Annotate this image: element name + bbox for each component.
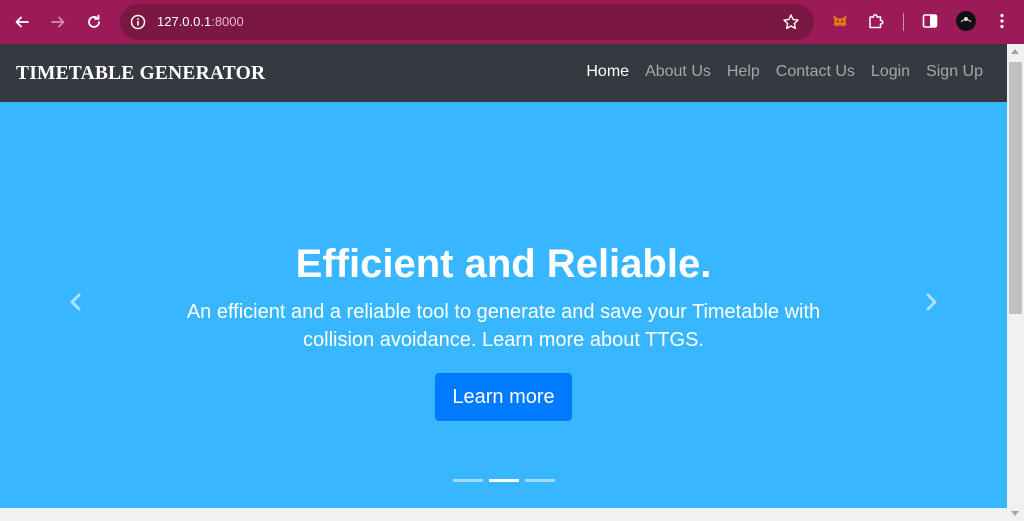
nav-link-help[interactable]: Help xyxy=(727,63,760,81)
forward-arrow-icon xyxy=(51,16,65,28)
scrollbar-thumb[interactable] xyxy=(1009,62,1022,314)
nav-link-login[interactable]: Login xyxy=(871,63,910,81)
side-panel-button[interactable] xyxy=(920,11,940,31)
metamask-fox-icon xyxy=(833,15,847,27)
forward-button[interactable] xyxy=(46,10,70,34)
address-bar[interactable]: 127.0.0.1:8000 xyxy=(120,4,814,40)
hero-carousel: Efficient and Reliable. An efficient and… xyxy=(0,102,1007,508)
scroll-down-arrow-icon[interactable] xyxy=(1011,511,1019,516)
site-navbar: TIMETABLE GENERATOR Home About Us Help C… xyxy=(0,44,1007,102)
carousel-indicator-2[interactable] xyxy=(489,479,519,482)
chevron-right-icon xyxy=(926,293,937,311)
back-arrow-icon xyxy=(15,16,29,28)
browser-toolbar: 127.0.0.1:8000 xyxy=(0,0,1024,44)
reload-icon xyxy=(88,14,100,28)
brand-logo-text[interactable]: TIMETABLE GENERATOR xyxy=(16,63,265,85)
carousel-heading: Efficient and Reliable. xyxy=(295,242,712,286)
back-button[interactable] xyxy=(10,10,34,34)
extensions-button[interactable] xyxy=(866,11,886,31)
side-panel-icon xyxy=(922,14,938,28)
scroll-up-arrow-icon[interactable] xyxy=(1011,49,1019,54)
browser-menu-button[interactable] xyxy=(992,11,1012,31)
carousel-indicators xyxy=(453,479,555,482)
url-text: 127.0.0.1:8000 xyxy=(157,14,244,29)
carousel-indicator-3[interactable] xyxy=(525,479,555,482)
carousel-prev-button[interactable] xyxy=(64,290,88,314)
nav-link-home[interactable]: Home xyxy=(586,63,629,81)
url-host: 127.0.0.1 xyxy=(157,14,212,29)
nav-link-sign-up[interactable]: Sign Up xyxy=(926,63,983,81)
reload-button[interactable] xyxy=(82,10,106,34)
page-scrollbar[interactable] xyxy=(1007,44,1024,521)
menu-kebab-icon xyxy=(1000,13,1004,29)
nav-link-contact-us[interactable]: Contact Us xyxy=(776,63,855,81)
profile-avatar-icon xyxy=(956,11,976,31)
metamask-extension-button[interactable] xyxy=(830,11,850,31)
learn-more-button[interactable]: Learn more xyxy=(435,373,572,421)
nav-link-about-us[interactable]: About Us xyxy=(645,63,711,81)
extensions-puzzle-icon xyxy=(869,14,884,29)
profile-button[interactable] xyxy=(956,11,976,31)
carousel-next-button[interactable] xyxy=(919,290,943,314)
chevron-left-icon xyxy=(70,293,81,311)
page-below-fold xyxy=(0,508,1007,521)
nav-links: Home About Us Help Contact Us Login Sign… xyxy=(586,63,983,81)
url-port: :8000 xyxy=(211,14,244,29)
carousel-text: An efficient and a reliable tool to gene… xyxy=(186,301,821,351)
site-info-icon[interactable] xyxy=(129,13,147,31)
bookmark-star-icon[interactable] xyxy=(782,13,800,31)
carousel-indicator-1[interactable] xyxy=(453,479,483,482)
toolbar-separator xyxy=(903,13,904,31)
